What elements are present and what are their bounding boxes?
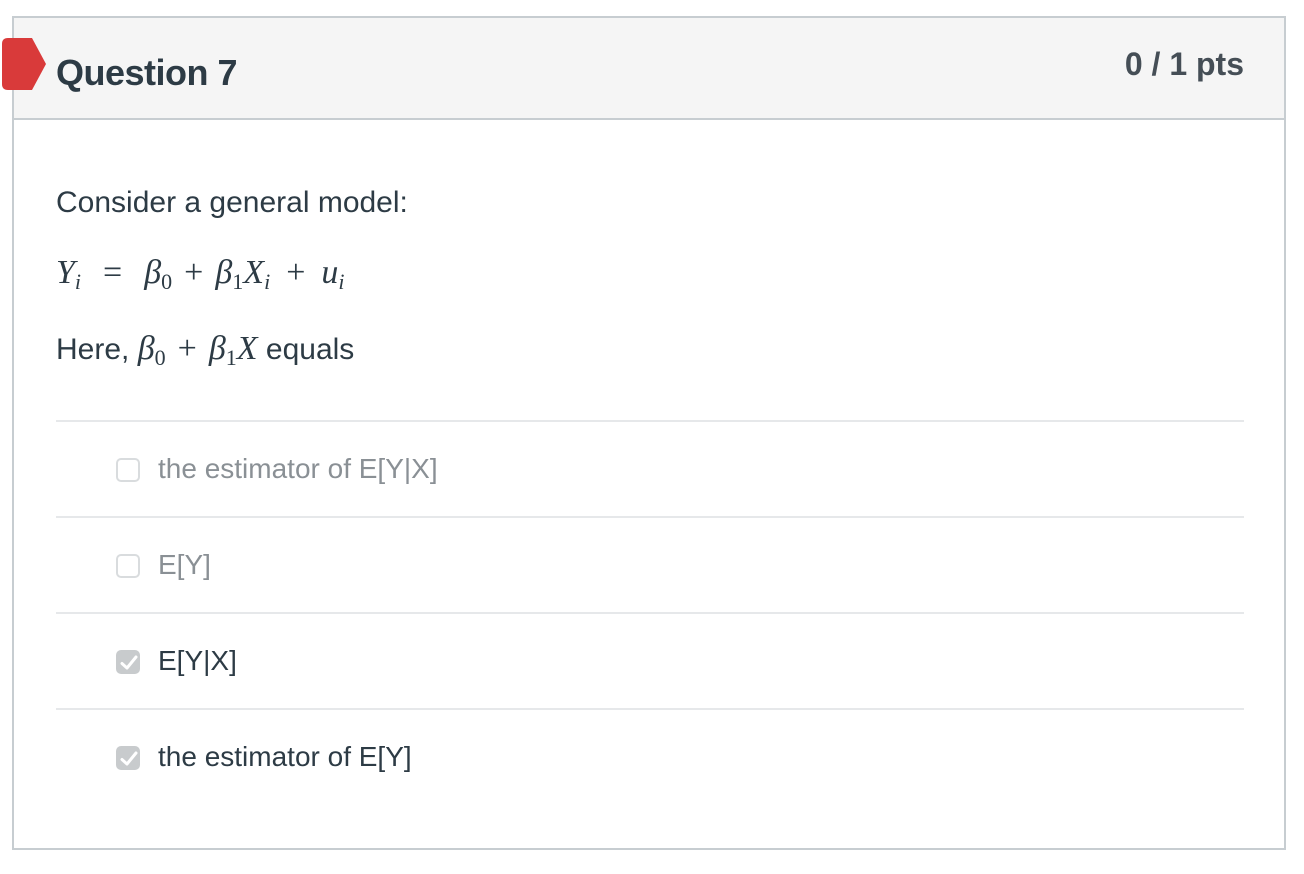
eq-plus-2: +: [286, 254, 306, 291]
stem-expression: β0 + β1X: [137, 330, 258, 370]
answer-list: the estimator of E[Y|X] E[Y] E[Y|X] the …: [56, 420, 1244, 804]
checkmark-icon: [120, 655, 138, 670]
question-stem: Here, β0 + β1X equals: [56, 330, 355, 370]
answer-label: E[Y|X]: [158, 645, 237, 676]
eq-beta1: β: [215, 254, 233, 291]
eq-beta0: β: [144, 254, 162, 291]
stem-x: X: [236, 330, 258, 367]
question-intro: Consider a general model:: [56, 186, 408, 219]
stem-plus: +: [177, 330, 197, 367]
answer-option[interactable]: E[Y|X]: [56, 612, 1244, 708]
answer-option[interactable]: the estimator of E[Y]: [56, 708, 1244, 804]
answer-option[interactable]: the estimator of E[Y|X]: [56, 420, 1244, 516]
stem-prefix: Here,: [56, 333, 130, 366]
points-score: 0 / 1 pts: [1124, 46, 1244, 82]
answer-checkbox[interactable]: [116, 458, 140, 482]
answer-label: the estimator of E[Y]: [158, 741, 412, 772]
eq-beta1-sub: 1: [232, 269, 244, 294]
stem-beta1: β: [208, 330, 226, 367]
eq-y: Y: [56, 254, 75, 291]
eq-beta0-sub: 0: [161, 269, 173, 294]
eq-u: u: [321, 254, 339, 291]
question-header: Question 7 0 / 1 pts: [2, 18, 1284, 120]
question-body: Consider a general model: Yi = β0 + β1Xi + ui …: [56, 120, 1244, 848]
stem-beta1-sub: 1: [225, 345, 237, 370]
model-equation: Yi = β0 + β1Xi + ui: [56, 254, 345, 294]
answer-checkbox[interactable]: [116, 554, 140, 578]
incorrect-answer-flag-icon: [2, 38, 46, 90]
answer-checkbox[interactable]: [116, 746, 140, 770]
stem-beta0: β: [137, 330, 155, 367]
answer-checkbox[interactable]: [116, 650, 140, 674]
answer-option[interactable]: E[Y]: [56, 516, 1244, 612]
question-title: Question 7: [56, 52, 238, 93]
question-card: Question 7 0 / 1 pts Consider a general …: [2, 16, 1286, 850]
eq-x: X: [243, 254, 265, 291]
answer-label: the estimator of E[Y|X]: [158, 453, 438, 484]
checkmark-icon: [120, 751, 138, 766]
eq-equals: =: [103, 254, 123, 291]
stem-suffix: equals: [265, 333, 355, 366]
eq-u-sub: i: [338, 269, 345, 294]
eq-plus-1: +: [184, 254, 204, 291]
answer-label: E[Y]: [158, 549, 211, 580]
stem-beta0-sub: 0: [154, 345, 166, 370]
